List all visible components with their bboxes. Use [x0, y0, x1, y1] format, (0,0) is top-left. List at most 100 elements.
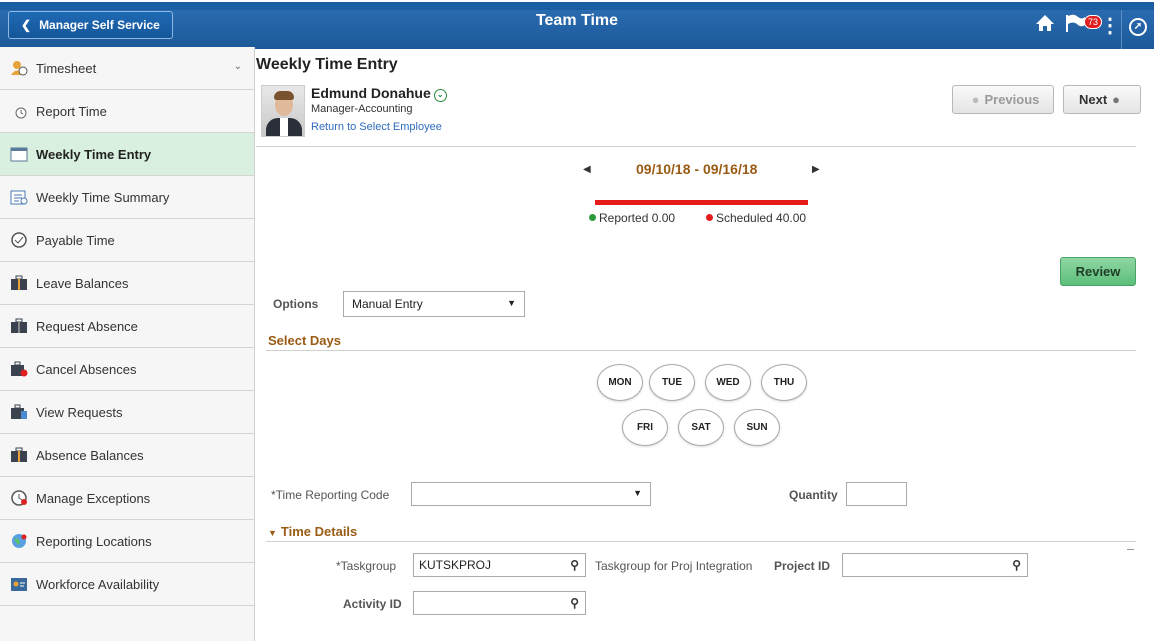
sidebar-item-view-requests[interactable]: View Requests — [0, 391, 254, 434]
taskgroup-input[interactable]: KUTSKPROJ ⚲ — [413, 553, 586, 577]
day-button-fri[interactable]: FRI — [622, 409, 668, 446]
suitcase-view-icon — [10, 404, 28, 420]
trc-select[interactable]: ▼ — [411, 482, 651, 506]
sidebar-item-payable-time[interactable]: Payable Time — [0, 219, 254, 262]
sidebar-item-reporting-locations[interactable]: Reporting Locations — [0, 520, 254, 563]
employee-title: Manager-Accounting — [311, 103, 413, 115]
time-details-label: Time Details — [280, 524, 358, 539]
sidebar-item-label: Absence Balances — [36, 447, 144, 463]
schedule-progress-bar — [595, 200, 808, 205]
header-inner — [0, 10, 1154, 49]
quantity-label: Quantity — [789, 488, 838, 502]
next-week-arrow-icon[interactable]: ▶ — [812, 164, 820, 175]
search-icon[interactable]: ⚲ — [1012, 558, 1021, 572]
taskgroup-value: KUTSKPROJ — [419, 558, 492, 572]
sidebar-item-weekly-time-entry[interactable]: Weekly Time Entry — [0, 133, 254, 176]
suitcase-icon — [10, 275, 28, 291]
sidebar-item-report-time[interactable]: Report Time — [0, 90, 254, 133]
reported-dot-icon — [589, 214, 596, 221]
previous-button[interactable]: ● Previous — [952, 85, 1054, 114]
sidebar-item-label: Reporting Locations — [36, 533, 152, 549]
back-button-label: Manager Self Service — [39, 18, 160, 32]
chevron-left-icon: ❮ — [21, 18, 32, 32]
sidebar-item-weekly-time-summary[interactable]: Weekly Time Summary — [0, 176, 254, 219]
suitcase-icon — [10, 318, 28, 334]
time-details-header[interactable]: ▼ Time Details — [268, 524, 357, 539]
employee-name: Edmund Donahue — [311, 85, 431, 101]
quantity-input[interactable] — [846, 482, 907, 506]
next-button-label: Next — [1078, 92, 1108, 107]
day-button-tue[interactable]: TUE — [649, 364, 695, 401]
sidebar-item-label: Cancel Absences — [36, 361, 137, 377]
sidebar-item-label: Request Absence — [36, 318, 138, 334]
options-select-value: Manual Entry — [352, 297, 423, 311]
return-to-select-employee-link[interactable]: Return to Select Employee — [311, 121, 442, 133]
suitcase-icon — [10, 447, 28, 463]
dropdown-arrow-icon: ▼ — [633, 488, 642, 498]
chevron-down-icon[interactable]: ⌄ — [234, 61, 242, 72]
money-clock-icon — [10, 232, 28, 248]
select-days-divider — [266, 350, 1136, 351]
employee-name-group[interactable]: Edmund Donahue ⌄ — [311, 85, 447, 102]
globe-icon — [10, 533, 28, 549]
sidebar-item-label: Manage Exceptions — [36, 490, 151, 506]
availability-icon — [10, 576, 28, 592]
person-icon: ● — [971, 92, 980, 107]
sidebar-item-label: Leave Balances — [36, 275, 129, 291]
home-icon[interactable] — [1035, 13, 1055, 39]
dropdown-arrow-icon: ▼ — [507, 298, 516, 308]
notification-flag-icon[interactable] — [1064, 13, 1086, 39]
next-button[interactable]: Next ● — [1063, 85, 1141, 114]
top-bar: ❮ Manager Self Service Team Time 73 ⋮ ➚ — [0, 0, 1154, 49]
sidebar: Timesheet ⌄ Report Time Weekly Time Entr… — [0, 47, 255, 641]
sidebar-item-cancel-absences[interactable]: Cancel Absences — [0, 348, 254, 391]
project-id-input[interactable]: ⚲ — [842, 553, 1028, 577]
activity-id-input[interactable]: ⚲ — [413, 591, 586, 615]
sidebar-item-label: Report Time — [36, 103, 107, 119]
taskgroup-label: *Taskgroup — [336, 559, 397, 573]
options-select[interactable]: Manual Entry ▼ — [343, 291, 525, 317]
clock-icon — [10, 103, 28, 119]
calendar-summary-icon — [10, 189, 28, 205]
project-id-label: Project ID — [774, 559, 831, 573]
day-button-mon[interactable]: MON — [597, 364, 643, 401]
sidebar-item-label: Workforce Availability — [36, 576, 160, 592]
review-button[interactable]: Review — [1060, 257, 1136, 286]
sidebar-item-workforce-availability[interactable]: Workforce Availability — [0, 563, 254, 606]
sidebar-item-label: Weekly Time Summary — [36, 189, 170, 205]
week-range: 09/10/18 - 09/16/18 — [636, 161, 758, 177]
day-button-wed[interactable]: WED — [705, 364, 751, 401]
scheduled-legend: Scheduled 40.00 — [706, 211, 806, 225]
day-button-thu[interactable]: THU — [761, 364, 807, 401]
suitcase-cancel-icon — [10, 361, 28, 377]
sidebar-item-manage-exceptions[interactable]: Manage Exceptions — [0, 477, 254, 520]
search-icon[interactable]: ⚲ — [570, 596, 579, 610]
activity-id-label: Activity ID — [343, 597, 402, 611]
scheduled-dot-icon — [706, 214, 713, 221]
time-details-divider — [266, 541, 1136, 542]
more-actions-icon[interactable]: ⋮ — [1100, 13, 1120, 39]
sidebar-item-leave-balances[interactable]: Leave Balances — [0, 262, 254, 305]
timesheet-icon — [10, 60, 28, 76]
chevron-down-circle-icon[interactable]: ⌄ — [433, 89, 447, 102]
collapse-triangle-icon: ▼ — [268, 528, 277, 538]
minus-icon[interactable] — [1127, 549, 1134, 550]
sidebar-item-request-absence[interactable]: Request Absence — [0, 305, 254, 348]
navbar-icon[interactable]: ➚ — [1129, 18, 1147, 36]
day-button-sun[interactable]: SUN — [734, 409, 780, 446]
header-divider-line — [256, 146, 1136, 147]
main-content: Weekly Time Entry Edmund Donahue ⌄ Manage… — [256, 47, 1154, 641]
back-button[interactable]: ❮ Manager Self Service — [8, 11, 173, 39]
page-title: Weekly Time Entry — [256, 56, 398, 73]
day-button-sat[interactable]: SAT — [678, 409, 724, 446]
sidebar-item-absence-balances[interactable]: Absence Balances — [0, 434, 254, 477]
previous-button-label: Previous — [984, 92, 1040, 107]
taskgroup-description: Taskgroup for Proj Integration — [595, 559, 753, 573]
alert-clock-icon — [10, 490, 28, 506]
search-icon[interactable]: ⚲ — [570, 558, 579, 572]
sidebar-item-timesheet[interactable]: Timesheet ⌄ — [0, 47, 254, 90]
reported-legend: Reported 0.00 — [589, 211, 675, 225]
select-days-header: Select Days — [268, 333, 341, 348]
previous-week-arrow-icon[interactable]: ◀ — [583, 164, 591, 175]
sidebar-item-label: Timesheet — [36, 60, 97, 76]
